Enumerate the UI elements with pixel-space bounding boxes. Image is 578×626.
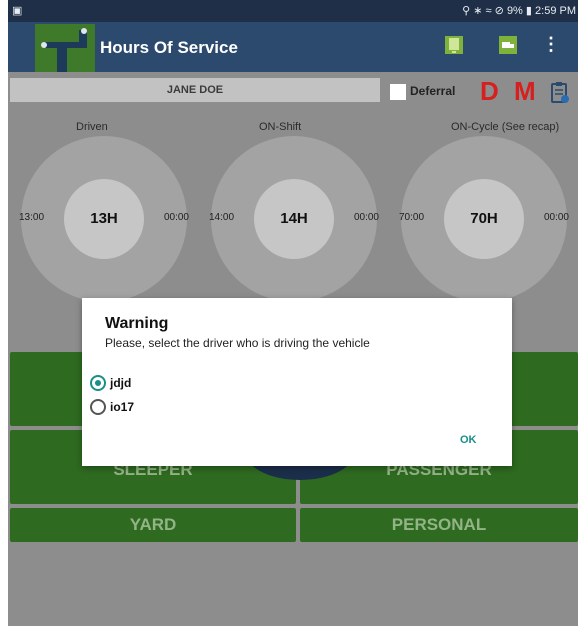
personal-button[interactable]: PERSONAL: [300, 508, 578, 542]
gauge-onshift-value: 14H: [254, 179, 334, 259]
clock: 2:59 PM: [535, 5, 576, 17]
gauge-oncycle: 70:00 70H 00:00: [399, 136, 569, 302]
app-title: Hours Of Service: [100, 38, 238, 57]
gauge-onshift-left: 14:00: [209, 212, 235, 223]
gauge-label-oncycle: ON-Cycle (See recap): [451, 121, 560, 133]
status-right: ⚲ ∗ ≈ ⊘ 9% ▮ 2:59 PM: [462, 4, 576, 17]
gauge-driven-left: 13:00: [19, 212, 45, 223]
deferral-label: Deferral: [410, 84, 456, 98]
dnd-icon: ⊘: [494, 5, 504, 17]
gauge-label-onshift: ON-Shift: [259, 121, 302, 133]
radio-selected-icon[interactable]: [90, 375, 106, 391]
deferral-checkbox[interactable]: [390, 84, 406, 100]
clipboard-icon[interactable]: [550, 81, 570, 103]
dialog-title: Warning: [105, 315, 169, 332]
gauge-oncycle-value: 70H: [444, 179, 524, 259]
driver-option-label: io17: [110, 400, 135, 414]
screenshot-icon: ▣: [12, 5, 23, 17]
m-badge[interactable]: M: [514, 76, 536, 107]
driver-select-dialog: Warning Please, select the driver who is…: [82, 298, 512, 466]
overflow-menu-icon[interactable]: ⋮: [542, 34, 560, 55]
gauge-label-driven: Driven: [76, 121, 108, 133]
d-badge[interactable]: D: [480, 76, 499, 107]
driver-name[interactable]: JANE DOE: [10, 78, 380, 102]
location-icon: ⚲: [462, 5, 471, 17]
yard-button[interactable]: YARD: [10, 508, 296, 542]
battery-icon: ▮: [525, 5, 532, 17]
gauge-oncycle-left: 70:00: [399, 212, 425, 223]
radio-unselected-icon[interactable]: [90, 399, 106, 415]
bluetooth-icon: ∗: [473, 5, 483, 17]
gauge-driven: 13:00 13H 00:00: [19, 136, 189, 302]
gauge-driven-right: 00:00: [163, 212, 189, 223]
logo-icon: [35, 24, 95, 72]
gauge-driven-value: 13H: [64, 179, 144, 259]
dialog-message: Please, select the driver who is driving…: [105, 336, 370, 350]
driver-option-label: jdjd: [110, 376, 132, 390]
app-screen: ▣ ⚲ ∗ ≈ ⊘ 9% ▮ 2:59 PM Hours Of Service: [8, 0, 578, 626]
ok-button[interactable]: OK: [460, 434, 477, 446]
gauge-oncycle-right: 00:00: [543, 212, 569, 223]
wifi-icon: ≈: [485, 5, 492, 17]
gauge-onshift: 14:00 14H 00:00: [209, 136, 379, 302]
truck-icon[interactable]: [498, 35, 518, 55]
gauge-onshift-right: 00:00: [353, 212, 379, 223]
deferral-row: Deferral D M: [388, 76, 578, 107]
battery-percent: 9%: [506, 5, 523, 17]
status-bar: ▣ ⚲ ∗ ≈ ⊘ 9% ▮ 2:59 PM: [8, 0, 578, 22]
tablet-icon[interactable]: [444, 35, 464, 55]
app-bar: Hours Of Service ⋮: [8, 22, 578, 72]
